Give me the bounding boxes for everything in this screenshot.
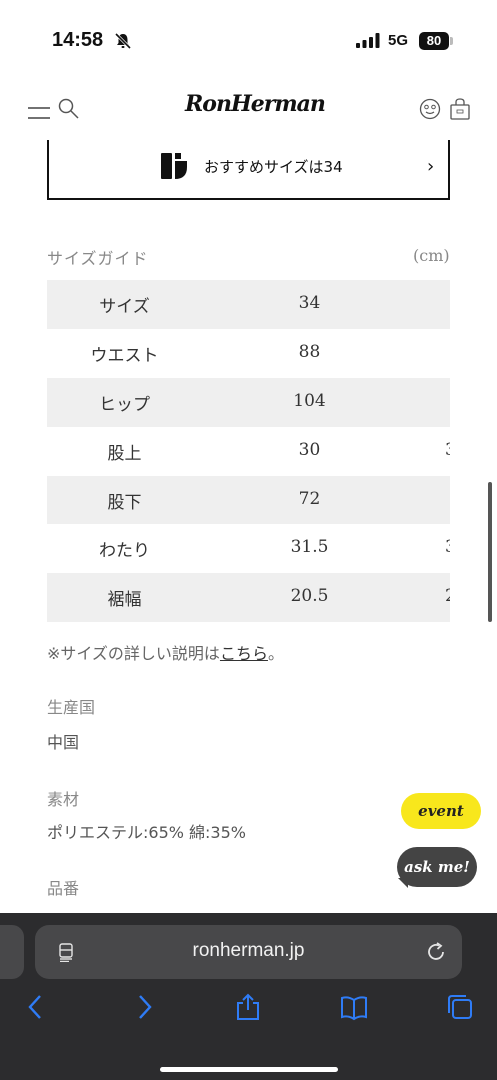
event-button[interactable]: event [401, 793, 481, 829]
signal-icon [356, 33, 380, 48]
table-row: サイズ 34 [47, 280, 450, 329]
status-bar: 14:58 5G 80 [0, 0, 497, 70]
size-detail-link[interactable]: こちら [220, 644, 268, 663]
size-note-suffix: 。 [267, 644, 284, 663]
previous-tab[interactable] [0, 925, 24, 979]
size-note-text: ※サイズの詳しい説明は [47, 644, 220, 663]
size-recommend-logo-icon [161, 153, 187, 179]
table-row: 裾幅 20.5 2 [47, 573, 450, 623]
size-row-label: ヒップ [99, 394, 150, 415]
share-icon[interactable] [234, 993, 262, 1021]
size-row-next-value: 3 [445, 537, 450, 557]
size-row-label: 裾幅 [107, 590, 142, 611]
item-number-label: 品番 [47, 879, 80, 898]
table-row: わたり 31.5 3 [47, 524, 450, 573]
back-icon[interactable] [22, 993, 50, 1021]
reload-icon[interactable] [425, 941, 447, 963]
size-row-value: 20.5 [290, 586, 329, 607]
size-guide-unit: (cm) [413, 246, 450, 265]
site-header: RonHerman [0, 85, 497, 135]
size-row-label: 股下 [107, 492, 142, 513]
size-row-value: 88 [298, 341, 321, 362]
url-text: ronherman.jp [192, 940, 305, 961]
scrollbar[interactable] [488, 482, 492, 622]
size-row-value: 31.5 [290, 537, 329, 558]
browser-toolbar: ronherman.jp [0, 913, 497, 1080]
status-time: 14:58 [52, 29, 104, 51]
network-type: 5G [388, 32, 409, 49]
battery-icon: 80 [419, 32, 449, 50]
table-row: ヒップ 104 [47, 377, 450, 427]
battery-tip [450, 37, 453, 45]
size-row-label: わたり [99, 541, 150, 562]
shopping-bag-icon[interactable] [449, 97, 471, 121]
recommend-size-text: おすすめサイズは34 [204, 158, 343, 176]
size-row-value: 34 [298, 293, 321, 313]
size-table: サイズ 34 ウエスト 88 ヒップ 104 股上 30 3 股下 72 わたり… [47, 280, 451, 623]
chevron-right-icon: › [427, 156, 435, 177]
size-note: ※サイズの詳しい説明はこちら。 [47, 640, 284, 664]
size-row-next-value: 2 [445, 586, 450, 606]
size-row-label: サイズ [99, 297, 150, 317]
material-label: 素材 [47, 790, 80, 809]
material-value: ポリエステル:65% 綿:35% [47, 823, 246, 842]
size-row-value: 30 [298, 439, 321, 460]
size-row-next-value: 3 [445, 440, 450, 460]
ask-me-button[interactable]: ask me! [397, 847, 477, 887]
menu-icon[interactable] [28, 102, 50, 120]
size-row-value: 72 [298, 488, 321, 509]
table-row: 股下 72 [47, 475, 450, 525]
search-icon[interactable] [58, 98, 80, 120]
site-logo[interactable]: RonHerman [185, 91, 326, 117]
size-row-label: 股上 [107, 443, 142, 464]
address-bar[interactable]: ronherman.jp [35, 925, 462, 979]
recommend-size-button[interactable]: おすすめサイズは34 › [47, 140, 450, 200]
tabs-icon[interactable] [446, 993, 474, 1021]
account-icon[interactable] [419, 98, 441, 120]
table-row: 股上 30 3 [47, 427, 451, 476]
home-indicator [160, 1067, 338, 1072]
size-guide-title: サイズガイド [47, 249, 149, 268]
bell-off-icon [114, 32, 132, 50]
origin-value: 中国 [47, 733, 80, 752]
forward-icon[interactable] [130, 993, 158, 1021]
size-row-value: 104 [293, 390, 326, 411]
origin-label: 生産国 [47, 698, 96, 717]
table-row: ウエスト 88 [47, 329, 450, 378]
bookmarks-icon[interactable] [340, 993, 368, 1021]
size-row-label: ウエスト [90, 345, 159, 366]
